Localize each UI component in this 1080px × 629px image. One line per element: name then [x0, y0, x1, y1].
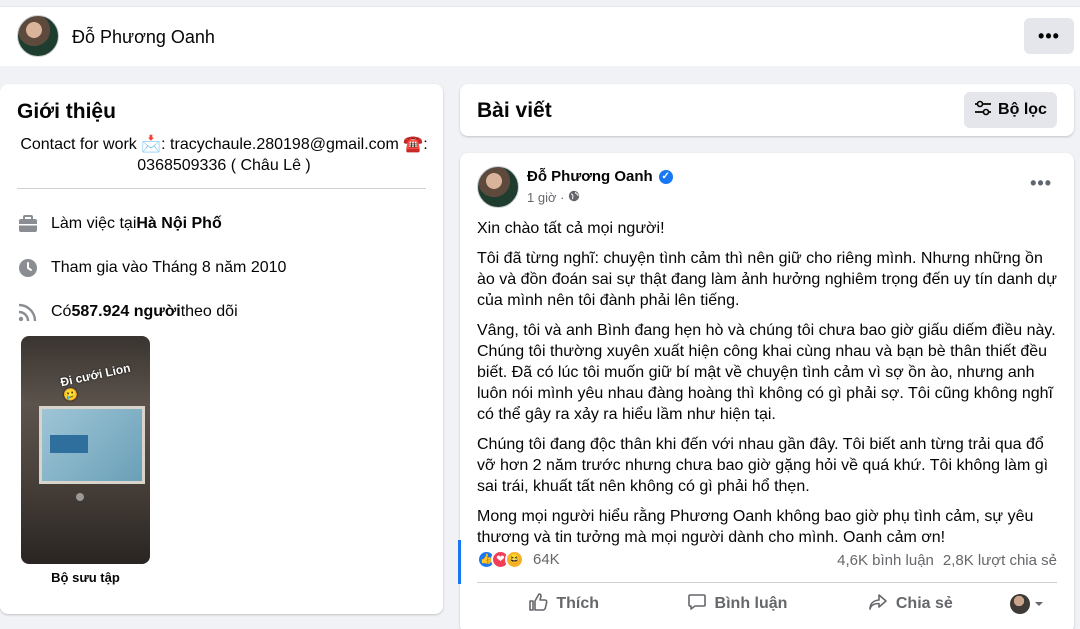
share-label: Chia sẻ [895, 595, 953, 612]
photo-screen [39, 406, 145, 484]
haha-reaction-icon: 😆 [505, 550, 524, 569]
profile-more-button[interactable]: ••• [1024, 18, 1074, 54]
intro-title: Giới thiệu [17, 100, 116, 123]
bio-line-2: 0368509336 ( Châu Lê ) [137, 157, 311, 174]
filter-label: Bộ lọc [998, 101, 1047, 118]
like-label: Thích [556, 595, 599, 612]
intro-card: Giới thiệu Contact for work 📩: tracychau… [0, 84, 443, 614]
reaction-count[interactable]: 64K [533, 551, 560, 568]
profile-avatar[interactable] [17, 15, 59, 57]
profile-name[interactable]: Đỗ Phương Oanh [72, 27, 215, 48]
joined-text: Tham gia vào Tháng 8 năm 2010 [51, 259, 287, 276]
post-paragraph: Mong mọi người hiểu rằng Phương Oanh khô… [477, 508, 1034, 546]
rss-icon [17, 301, 39, 323]
like-button[interactable]: Thích [477, 586, 650, 622]
photo-knob [76, 493, 84, 501]
followers-prefix: Có [51, 303, 72, 320]
post-text: Xin chào tất cả mọi người! Tôi đã từng n… [477, 218, 1062, 557]
share-button[interactable]: Chia sẻ [824, 586, 997, 622]
work-place-link[interactable]: Hà Nội Phố [136, 215, 221, 233]
briefcase-icon [17, 213, 39, 235]
post-options-button[interactable]: ••• [1030, 173, 1052, 194]
current-user-avatar [1009, 594, 1030, 614]
share-count[interactable]: 2,8K lượt chia sẻ [943, 552, 1057, 569]
scroll-indicator [458, 540, 461, 584]
comment-label: Bình luận [714, 595, 788, 612]
bio-line-1: Contact for work 📩: tracychaule.280198@g… [20, 136, 428, 153]
verified-badge-icon: ✓ [658, 169, 673, 184]
info-work: Làm việc tại Hà Nội Phố [17, 212, 222, 236]
posts-title: Bài viết [477, 99, 552, 122]
post-author: Đỗ Phương Oanh ✓ [527, 168, 673, 185]
story-caption: Đi cưới Lion 🥲 [59, 360, 132, 403]
post-actions: Thích Bình luận Chia sẻ [477, 586, 1057, 622]
filter-button[interactable]: Bộ lọc [964, 92, 1057, 128]
reaction-summary[interactable]: 👍 ❤ 😆 64K [477, 550, 560, 569]
post-paragraph: Tôi đã từng nghĩ: chuyện tình cảm thì nê… [477, 250, 1057, 309]
post-author-name[interactable]: Đỗ Phương Oanh [527, 168, 653, 185]
post-author-avatar[interactable] [477, 166, 519, 208]
featured-collection-thumbnail[interactable]: Đi cưới Lion 🥲 [21, 336, 150, 564]
followers-count[interactable]: 587.924 người [71, 303, 180, 321]
comment-icon [687, 592, 707, 617]
profile-header-bar: Đỗ Phương Oanh ••• [0, 6, 1080, 66]
clock-icon [17, 257, 39, 279]
intro-bio: Contact for work 📩: tracychaule.280198@g… [14, 134, 434, 176]
post-meta: 1 giờ · [527, 190, 580, 205]
thumbs-up-icon [528, 592, 548, 617]
filter-icon [974, 100, 992, 121]
info-joined: Tham gia vào Tháng 8 năm 2010 [17, 256, 286, 280]
caret-down-icon [1034, 595, 1044, 613]
engagement-stats: 4,6K bình luận 2,8K lượt chia sẻ [837, 552, 1057, 569]
info-followers: Có 587.924 người theo dõi [17, 300, 238, 324]
post-paragraph: Vâng, tôi và anh Bình đang hẹn hò và chú… [477, 322, 1056, 423]
comment-button[interactable]: Bình luận [650, 586, 823, 622]
share-arrow-icon [868, 592, 888, 617]
collection-label[interactable]: Bộ sưu tập [21, 570, 150, 585]
post-paragraph: Xin chào tất cả mọi người! [477, 220, 665, 237]
intro-divider [17, 188, 426, 189]
post-paragraph: Chúng tôi đang độc thân khi đến với nhau… [477, 436, 1049, 495]
post-card: Đỗ Phương Oanh ✓ 1 giờ · ••• Xin chào tấ… [460, 153, 1074, 629]
post-time[interactable]: 1 giờ · [527, 190, 564, 205]
work-prefix: Làm việc tại [51, 215, 137, 232]
posts-header-card: Bài viết Bộ lọc [460, 84, 1074, 136]
reaction-icons: 👍 ❤ 😆 [477, 550, 524, 569]
globe-icon [568, 190, 580, 205]
post-actions-divider [477, 582, 1057, 583]
post-as-selector[interactable] [997, 586, 1057, 622]
comment-count[interactable]: 4,6K bình luận [837, 552, 934, 569]
followers-suffix: theo dõi [180, 303, 238, 320]
